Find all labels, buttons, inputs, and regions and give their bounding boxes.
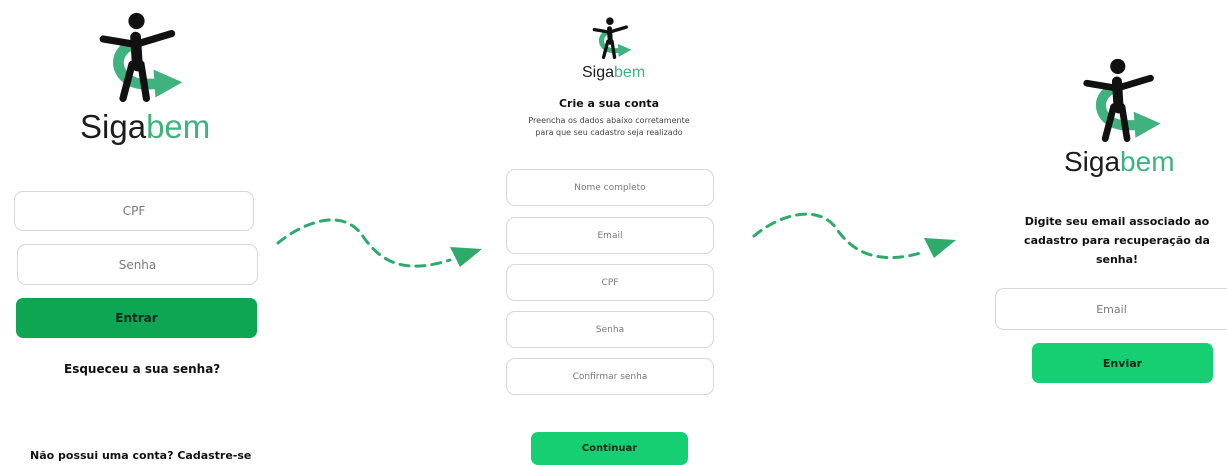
- recovery-heading: Digite seu email associado ao cadastro p…: [1024, 215, 1210, 266]
- brand-logo-text: Sigabem: [1064, 146, 1175, 177]
- password-input[interactable]: [506, 311, 714, 348]
- login-button[interactable]: Entrar: [16, 298, 257, 338]
- cpf-input[interactable]: [14, 191, 254, 231]
- signup-subtitle: Preencha os dados abaixo corretamente pa…: [528, 116, 690, 137]
- person-arrow-logo-icon: [1080, 55, 1164, 145]
- signup-title: Crie a sua conta: [558, 97, 660, 110]
- send-button[interactable]: Enviar: [1032, 343, 1213, 383]
- full-name-input[interactable]: [506, 169, 714, 206]
- brand-logo-text: Sigabem: [80, 108, 211, 145]
- forgot-password-link[interactable]: Esqueceu a sua senha?: [64, 362, 220, 376]
- email-input[interactable]: [506, 217, 714, 254]
- dashed-flow-arrow-icon: [752, 212, 956, 260]
- person-arrow-logo-icon: [96, 8, 186, 106]
- cpf-input[interactable]: [506, 264, 714, 301]
- signup-link[interactable]: Não possui uma conta? Cadastre-se: [30, 449, 251, 462]
- email-input[interactable]: [995, 288, 1227, 330]
- confirm-password-input[interactable]: [506, 358, 714, 395]
- dashed-flow-arrow-icon: [276, 218, 482, 268]
- brand-logo-text: Sigabem: [582, 64, 646, 81]
- person-arrow-logo-icon: [591, 14, 633, 62]
- password-input[interactable]: [17, 244, 258, 285]
- continue-button[interactable]: Continuar: [531, 432, 688, 465]
